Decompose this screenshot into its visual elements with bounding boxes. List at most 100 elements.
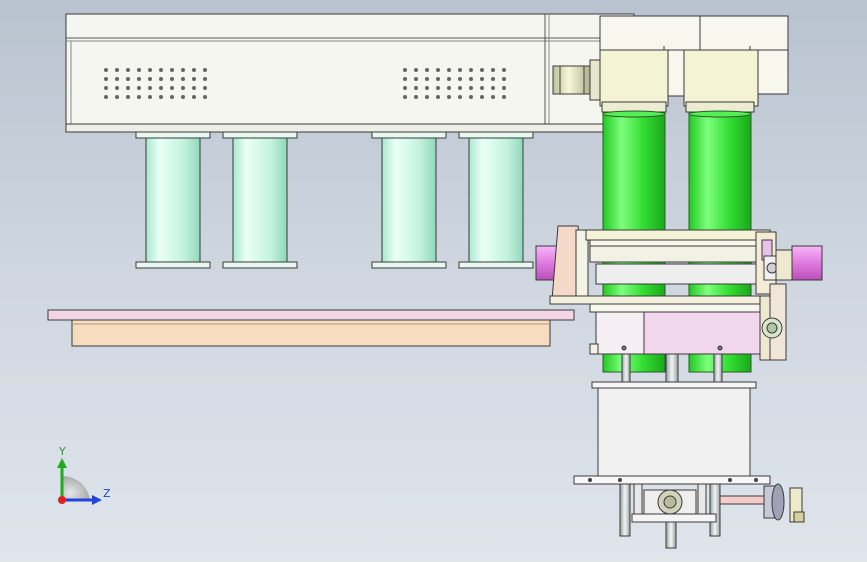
- vent-hole: [436, 95, 440, 99]
- vent-hole: [414, 95, 418, 99]
- vent-hole: [480, 95, 484, 99]
- vent-hole: [104, 77, 108, 81]
- base-box: [597, 383, 751, 477]
- vent-hole: [137, 86, 141, 90]
- vent-hole: [480, 77, 484, 81]
- vent-hole: [181, 86, 185, 90]
- vent-hole: [469, 77, 473, 81]
- support-pillar: [458, 131, 534, 269]
- vent-hole: [104, 95, 108, 99]
- vent-hole: [115, 77, 119, 81]
- vent-hole: [458, 86, 462, 90]
- vent-hole: [502, 86, 506, 90]
- motor-blocks: [599, 15, 789, 113]
- vent-hole: [159, 68, 163, 72]
- top-housing: [65, 13, 635, 133]
- coordinate-triad: Y Z: [57, 445, 111, 505]
- vent-hole: [447, 95, 451, 99]
- vent-hole: [491, 86, 495, 90]
- vent-hole: [203, 77, 207, 81]
- vent-hole: [436, 86, 440, 90]
- vent-hole: [192, 86, 196, 90]
- carriage-top-rail: [585, 229, 771, 241]
- vent-hole: [403, 86, 407, 90]
- vent-hole: [425, 68, 429, 72]
- vent-hole: [436, 77, 440, 81]
- support-pillar: [222, 131, 298, 269]
- vent-hole: [126, 95, 130, 99]
- vent-hole: [159, 95, 163, 99]
- vent-hole: [148, 68, 152, 72]
- vent-hole: [181, 68, 185, 72]
- vent-hole: [148, 95, 152, 99]
- shaft-right-end: [791, 245, 823, 281]
- connector-drum: [552, 59, 603, 101]
- vent-hole: [447, 86, 451, 90]
- vent-hole: [480, 68, 484, 72]
- vent-hole: [458, 68, 462, 72]
- base-assembly: [573, 381, 805, 549]
- carriage-assembly: [535, 225, 823, 389]
- vent-hole: [469, 86, 473, 90]
- vent-hole: [137, 95, 141, 99]
- vent-hole: [192, 95, 196, 99]
- vent-hole: [126, 86, 130, 90]
- vent-hole: [480, 86, 484, 90]
- vent-hole: [148, 86, 152, 90]
- vent-hole: [203, 86, 207, 90]
- vent-hole: [491, 95, 495, 99]
- vent-hole: [203, 95, 207, 99]
- vent-hole: [115, 95, 119, 99]
- vent-hole: [414, 77, 418, 81]
- vent-hole: [126, 77, 130, 81]
- motor-block-left: [599, 49, 669, 107]
- support-pillar: [371, 131, 447, 269]
- vent-hole: [137, 68, 141, 72]
- vent-hole: [447, 77, 451, 81]
- support-pillars: [135, 131, 534, 269]
- motor-block-right: [683, 49, 759, 107]
- vent-hole: [170, 95, 174, 99]
- vent-hole: [502, 95, 506, 99]
- vent-hole: [502, 68, 506, 72]
- vent-hole: [104, 68, 108, 72]
- vent-hole: [159, 77, 163, 81]
- vent-hole: [458, 77, 462, 81]
- vent-hole: [502, 77, 506, 81]
- motor-cover-left: [599, 15, 701, 51]
- vent-hole: [203, 68, 207, 72]
- vent-hole: [115, 86, 119, 90]
- vent-hole: [181, 77, 185, 81]
- vent-hole: [469, 68, 473, 72]
- vent-hole: [458, 95, 462, 99]
- vent-hole: [115, 68, 119, 72]
- vent-hole: [447, 68, 451, 72]
- vent-hole: [403, 95, 407, 99]
- vent-hole: [491, 68, 495, 72]
- vent-hole: [425, 86, 429, 90]
- vent-hole: [414, 86, 418, 90]
- vent-hole: [425, 95, 429, 99]
- vent-hole: [403, 68, 407, 72]
- upper-plate: [47, 309, 575, 321]
- vent-hole: [137, 77, 141, 81]
- z-axis-label: Z: [103, 487, 111, 500]
- vent-hole: [491, 77, 495, 81]
- vent-hole: [436, 68, 440, 72]
- x-axis-dot: [58, 496, 66, 504]
- vent-hole: [192, 68, 196, 72]
- support-pillar: [135, 131, 211, 269]
- vent-hole: [403, 77, 407, 81]
- vent-hole: [170, 86, 174, 90]
- carriage-bottom-plate: [549, 295, 767, 305]
- vent-hole: [170, 77, 174, 81]
- vent-hole: [104, 86, 108, 90]
- work-plates: [47, 309, 575, 347]
- vent-hole: [469, 95, 473, 99]
- vent-hole: [159, 86, 163, 90]
- vent-hole: [126, 68, 130, 72]
- cad-drawing-canvas: Y Z: [47, 13, 823, 549]
- y-axis-label: Y: [58, 445, 66, 458]
- base-flange: [573, 475, 771, 485]
- vent-hole: [181, 95, 185, 99]
